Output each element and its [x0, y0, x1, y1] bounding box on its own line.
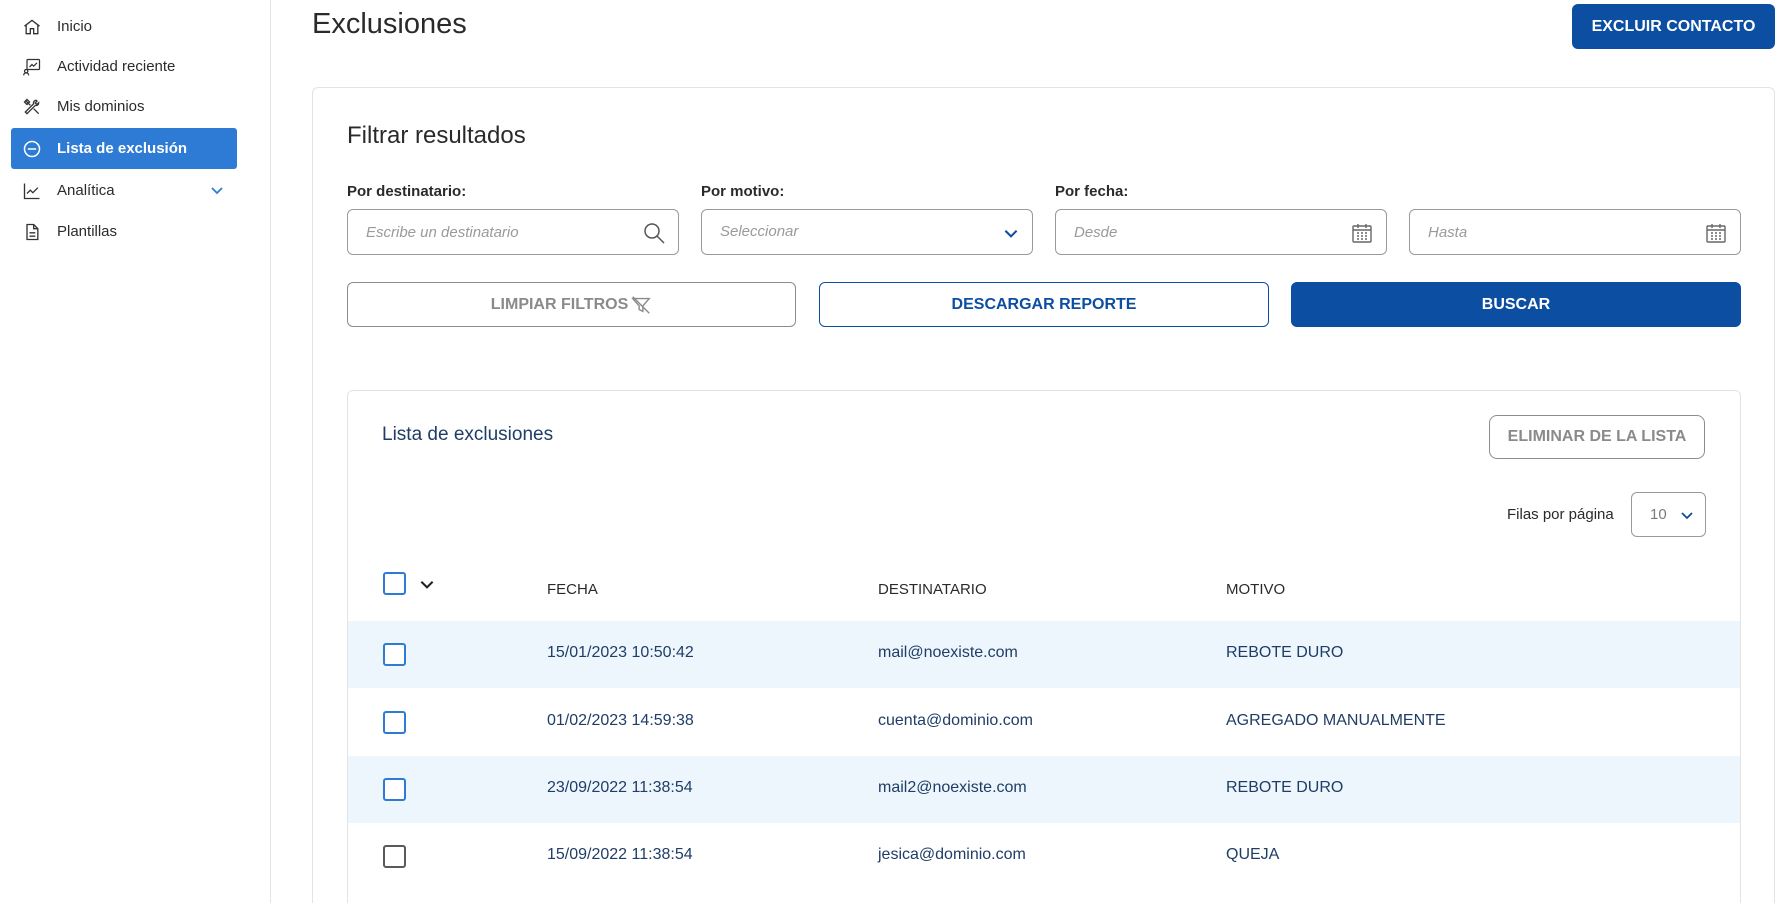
row-recipient: jesica@dominio.com — [878, 846, 1026, 863]
row-reason: REBOTE DURO — [1226, 644, 1344, 661]
filter-off-icon — [631, 295, 651, 314]
row-date: 23/09/2022 11:38:54 — [547, 779, 693, 796]
row-checkbox[interactable] — [383, 778, 406, 801]
clear-filters-button[interactable]: LIMPIAR FILTROS — [347, 282, 796, 327]
row-reason: REBOTE DURO — [1226, 779, 1344, 796]
row-date: 15/01/2023 10:50:42 — [547, 644, 694, 661]
sidebar-item-label: Plantillas — [57, 223, 118, 240]
reason-select-value: Seleccionar — [720, 223, 799, 240]
table-row[interactable]: 23/09/2022 11:38:54 mail2@noexiste.com R… — [348, 756, 1740, 823]
column-header-destinatario[interactable]: DESTINATARIO — [878, 581, 987, 598]
sidebar-item-label: Analítica — [57, 182, 115, 199]
row-checkbox[interactable] — [383, 845, 406, 868]
sidebar-item-label: Lista de exclusión — [57, 140, 188, 157]
table-row[interactable]: 01/02/2023 14:59:38 cuenta@dominio.com A… — [348, 689, 1740, 756]
row-recipient: mail@noexiste.com — [878, 644, 1018, 661]
page-title: Exclusiones — [312, 8, 467, 40]
row-recipient: cuenta@dominio.com — [878, 712, 1033, 729]
chevron-down-icon — [1681, 512, 1693, 520]
download-report-button[interactable]: DESCARGAR REPORTE — [819, 282, 1269, 327]
row-date: 01/02/2023 14:59:38 — [547, 712, 694, 729]
reason-label: Por motivo: — [701, 183, 785, 200]
row-date: 15/09/2022 11:38:54 — [547, 846, 693, 863]
date-label: Por fecha: — [1055, 183, 1129, 200]
column-header-fecha[interactable]: FECHA — [547, 581, 598, 598]
date-from-input[interactable] — [1074, 210, 1338, 254]
sidebar-item-lista-de-exclusion[interactable]: Lista de exclusión — [11, 128, 237, 169]
sidebar-item-mis-dominios[interactable]: Mis dominios — [11, 86, 237, 127]
sidebar-item-label: Inicio — [57, 18, 93, 35]
recipient-label: Por destinatario: — [347, 183, 467, 200]
table-row[interactable]: 15/01/2023 10:50:42 mail@noexiste.com RE… — [348, 621, 1740, 688]
reason-select[interactable]: Seleccionar — [701, 209, 1033, 255]
date-to-input[interactable] — [1428, 210, 1692, 254]
chevron-down-icon[interactable] — [209, 182, 225, 198]
chart-icon — [21, 180, 43, 202]
chevron-down-icon — [1004, 230, 1018, 238]
row-checkbox[interactable] — [383, 711, 406, 734]
row-reason: QUEJA — [1226, 846, 1280, 863]
date-to-field — [1409, 209, 1741, 255]
activity-icon — [21, 56, 43, 78]
calendar-icon[interactable] — [1704, 221, 1728, 245]
table-row[interactable]: 15/09/2022 11:38:54 jesica@dominio.com Q… — [348, 823, 1740, 890]
recipient-input[interactable] — [366, 210, 630, 254]
sidebar-item-label: Actividad reciente — [57, 58, 176, 75]
exclude-contact-button[interactable]: EXCLUIR CONTACTO — [1572, 4, 1775, 49]
select-all-checkbox[interactable] — [383, 572, 406, 595]
rows-per-page-label: Filas por página — [1507, 506, 1614, 523]
row-reason: AGREGADO MANUALMENTE — [1226, 712, 1446, 729]
sidebar: Inicio Actividad reciente Mis dominios L… — [0, 0, 271, 903]
sidebar-item-label: Mis dominios — [57, 98, 145, 115]
rows-per-page-select[interactable]: 10 — [1631, 492, 1706, 537]
clear-filters-label: LIMPIAR FILTROS — [490, 295, 629, 313]
remove-from-list-button[interactable]: ELIMINAR DE LA LISTA — [1489, 415, 1705, 459]
sidebar-item-inicio[interactable]: Inicio — [11, 6, 237, 47]
sidebar-item-actividad-reciente[interactable]: Actividad reciente — [11, 46, 237, 87]
row-recipient: mail2@noexiste.com — [878, 779, 1027, 796]
chevron-down-icon[interactable] — [418, 575, 436, 593]
filter-title: Filtrar resultados — [347, 122, 526, 149]
sidebar-item-plantillas[interactable]: Plantillas — [11, 211, 237, 252]
sidebar-item-analitica[interactable]: Analítica — [11, 170, 237, 211]
rows-per-page-value: 10 — [1650, 506, 1667, 523]
date-from-field — [1055, 209, 1387, 255]
row-checkbox[interactable] — [383, 643, 406, 666]
tools-icon — [21, 96, 43, 118]
search-icon[interactable] — [642, 221, 666, 245]
home-icon — [21, 16, 43, 38]
recipient-field — [347, 209, 679, 255]
list-title: Lista de exclusiones — [382, 424, 554, 445]
calendar-icon[interactable] — [1350, 221, 1374, 245]
document-icon — [21, 221, 43, 243]
column-header-motivo[interactable]: MOTIVO — [1226, 581, 1285, 598]
block-icon — [21, 138, 43, 160]
search-button[interactable]: BUSCAR — [1291, 282, 1741, 327]
